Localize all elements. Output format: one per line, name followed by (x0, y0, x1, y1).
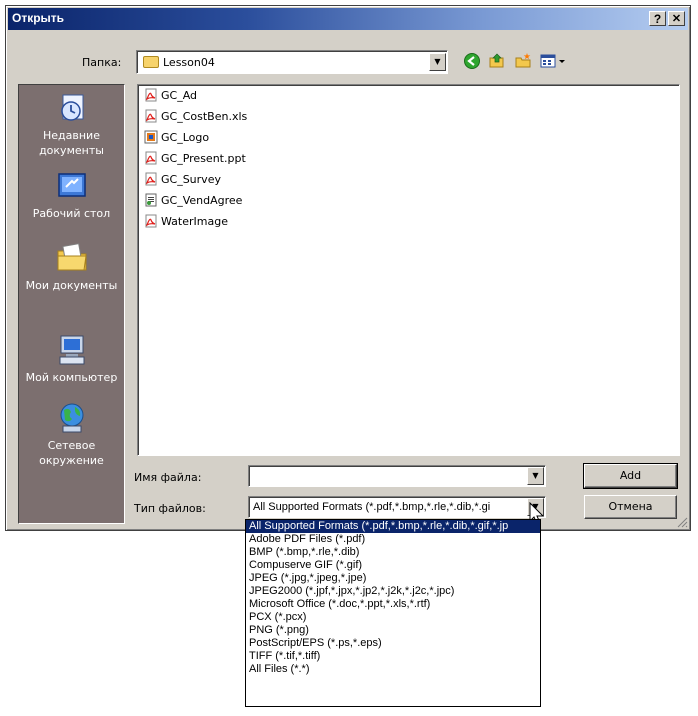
lookin-value: Lesson04 (163, 56, 215, 69)
cancel-button[interactable]: Отмена (584, 495, 677, 519)
filetype-option[interactable]: JPEG2000 (*.jpf,*.jpx,*.jp2,*.j2k,*.j2c,… (246, 585, 540, 598)
help-button[interactable]: ? (649, 11, 666, 26)
file-name: GC_Ad (161, 89, 198, 102)
place-network-label: Сетевое окружение (39, 439, 104, 467)
filetype-option[interactable]: All Supported Formats (*.pdf,*.bmp,*.rle… (246, 520, 540, 533)
file-name: WaterImage (161, 215, 228, 228)
filename-label: Имя файла: (134, 471, 202, 484)
pdf-file-icon (145, 88, 157, 102)
pdf-file-icon (145, 214, 157, 228)
filetype-option[interactable]: Compuserve GIF (*.gif) (246, 559, 540, 572)
folder-icon (143, 56, 159, 68)
resize-grip-icon[interactable] (676, 516, 688, 528)
file-name: GC_Survey (161, 173, 221, 186)
image-file-icon (144, 130, 158, 144)
file-name: GC_Present.ppt (161, 152, 246, 165)
file-item[interactable]: GC_Survey (144, 172, 221, 189)
place-desktop-label: Рабочий стол (32, 207, 111, 220)
filetype-option[interactable]: Adobe PDF Files (*.pdf) (246, 533, 540, 546)
filetype-option[interactable]: PCX (*.pcx) (246, 611, 540, 624)
file-list[interactable]: GC_Ad GC_CostBen.xls GC_Logo GC_Present.… (137, 84, 680, 456)
window-title: Открыть (12, 11, 65, 25)
filetype-option[interactable]: TIFF (*.tif,*.tiff) (246, 650, 540, 663)
title-bar[interactable]: Открыть ? ✕ (8, 8, 688, 30)
file-item[interactable]: GC_CostBen.xls (144, 109, 247, 126)
file-name: GC_VendAgree (161, 194, 243, 207)
filetype-option[interactable]: PNG (*.png) (246, 624, 540, 637)
place-recent[interactable]: Недавние документы (19, 91, 124, 158)
lookin-label: Папка: (82, 56, 122, 69)
file-name: GC_CostBen.xls (161, 110, 248, 123)
close-button[interactable]: ✕ (668, 11, 685, 26)
place-network[interactable]: Сетевое окружение (19, 401, 124, 468)
place-recent-label: Недавние документы (39, 129, 104, 157)
place-my-computer[interactable]: Мой компьютер (19, 333, 124, 385)
filetype-value: All Supported Formats (*.pdf,*.bmp,*.rle… (253, 501, 491, 513)
place-my-computer-label: Мой компьютер (25, 371, 118, 384)
filename-input[interactable]: ▼ (248, 465, 546, 487)
back-arrow-icon[interactable] (463, 52, 481, 70)
folder-up-icon[interactable] (488, 52, 506, 70)
pdf-file-icon (145, 172, 157, 186)
view-menu-icon[interactable] (539, 52, 569, 70)
filetype-option[interactable]: Microsoft Office (*.doc,*.ppt,*.xls,*.rt… (246, 598, 540, 611)
lookin-select[interactable]: Lesson04 ▼ (136, 50, 448, 74)
pdf-file-icon (145, 151, 157, 165)
lookin-dropdown-button[interactable]: ▼ (429, 53, 446, 71)
file-name: GC_Logo (161, 131, 210, 144)
filetype-option[interactable]: JPEG (*.jpg,*.jpeg,*.jpe) (246, 572, 540, 585)
file-item[interactable]: GC_Present.ppt (144, 151, 246, 168)
pdf-file-icon (145, 109, 157, 123)
filetype-select[interactable]: All Supported Formats (*.pdf,*.bmp,*.rle… (248, 496, 546, 518)
new-folder-icon[interactable] (514, 52, 532, 70)
place-desktop[interactable]: Рабочий стол (19, 169, 124, 221)
document-file-icon (145, 193, 157, 207)
file-item[interactable]: WaterImage (144, 214, 228, 231)
place-my-documents[interactable]: Мои документы (19, 241, 124, 293)
place-my-documents-label: Мои документы (25, 279, 118, 292)
filetype-dropdown-list[interactable]: All Supported Formats (*.pdf,*.bmp,*.rle… (245, 519, 541, 707)
recent-documents-icon (60, 94, 83, 121)
network-globe-icon (60, 403, 83, 433)
filename-dropdown-button[interactable]: ▼ (527, 467, 544, 485)
open-dialog: Открыть ? ✕ Папка: Lesson04 ▼ Недавние д… (5, 5, 691, 531)
places-bar: Недавние документы Рабочий стол Мои доку… (18, 84, 125, 524)
filetype-option[interactable]: All Files (*.*) (246, 663, 540, 676)
file-item[interactable]: GC_Ad (144, 88, 197, 105)
filetype-option[interactable]: BMP (*.bmp,*.rle,*.dib) (246, 546, 540, 559)
my-computer-icon (59, 335, 84, 365)
file-item[interactable]: GC_Logo (144, 130, 209, 147)
filetype-option[interactable]: PostScript/EPS (*.ps,*.eps) (246, 637, 540, 650)
filetype-label: Тип файлов: (134, 502, 206, 515)
desktop-icon (57, 173, 86, 197)
file-item[interactable]: GC_VendAgree (144, 193, 242, 210)
my-documents-icon (57, 243, 87, 271)
add-button[interactable]: Add (583, 463, 678, 489)
